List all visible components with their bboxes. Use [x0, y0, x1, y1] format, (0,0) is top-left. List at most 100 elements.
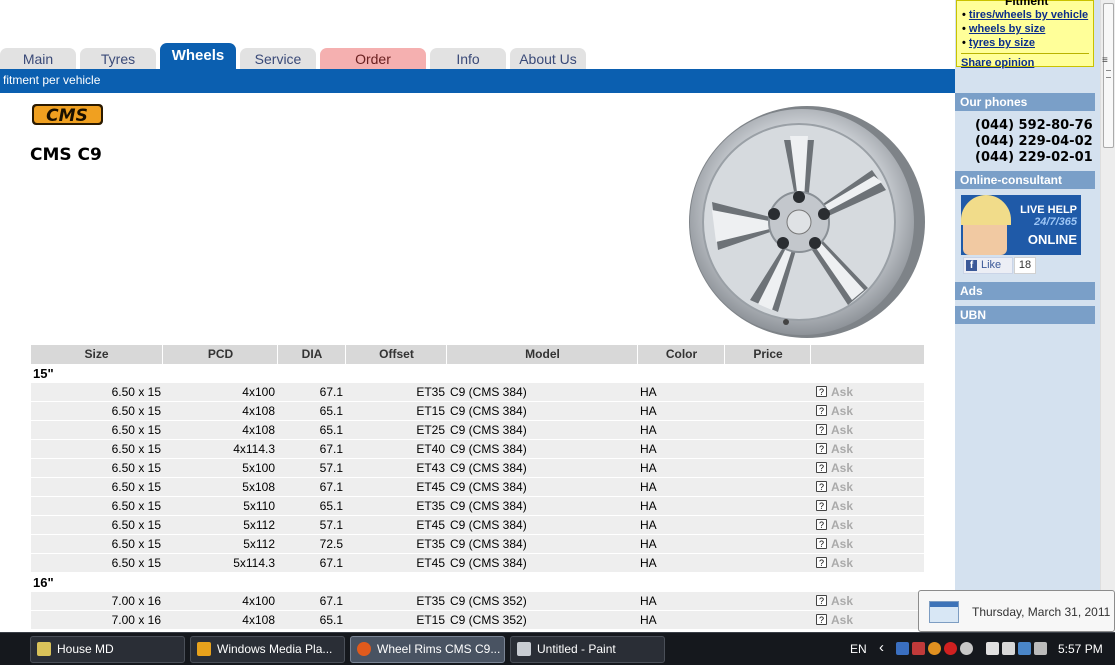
language-indicator[interactable]: EN [850, 642, 867, 656]
cell-size: 6.50 x 15 [111, 537, 161, 551]
tray-app-icon[interactable] [986, 642, 999, 655]
ask-price-button[interactable]: ? Ask [816, 440, 876, 459]
clock[interactable]: 5:57 PM [1058, 642, 1103, 656]
tyres-by-size-link[interactable]: tyres by size [969, 37, 1035, 49]
ask-price-button[interactable]: ? Ask [816, 421, 876, 440]
ask-label: Ask [831, 385, 854, 399]
question-icon: ? [816, 538, 827, 549]
subnav-bar: fitment per vehicle [0, 69, 955, 93]
taskbar-item-label: Windows Media Pla... [217, 642, 333, 656]
chevron-left-icon[interactable]: ‹ [879, 639, 884, 656]
cell-dia: 72.5 [319, 537, 343, 551]
live-help-banner[interactable]: LIVE HELP 24/7/365 ONLINE [961, 195, 1081, 255]
cell-dia: 65.1 [319, 423, 343, 437]
ask-label: Ask [831, 556, 854, 570]
tab-wheels[interactable]: Wheels [160, 43, 236, 69]
table-row: 6.50 x 15 4x108 65.1 ET25 C9 (CMS 384) HA? Ask [31, 421, 924, 440]
cms-logo-text: CMS [46, 106, 88, 126]
cell-pcd: 4x108 [242, 404, 275, 418]
cell-model: C9 (CMS 352) [450, 613, 527, 627]
ask-label: Ask [831, 499, 854, 513]
tab-order[interactable]: Order [320, 48, 426, 69]
taskbar-item-firefox[interactable]: Wheel Rims CMS C9... [350, 636, 505, 663]
share-opinion-link[interactable]: Share opinion [961, 57, 1034, 69]
main-tab-bar: Main Tyres Wheels Service Order Info Abo… [0, 40, 955, 69]
scrollbar-thumb[interactable] [1103, 3, 1114, 148]
divider [961, 53, 1089, 54]
cell-dia: 67.1 [319, 385, 343, 399]
tires-wheels-by-vehicle-link[interactable]: tires/wheels by vehicle [969, 9, 1088, 21]
cell-color: HA [640, 404, 657, 418]
ask-price-button[interactable]: ? Ask [816, 459, 876, 478]
taskbar-item-paint[interactable]: Untitled - Paint [510, 636, 665, 663]
network-icon[interactable] [1002, 642, 1015, 655]
cell-size: 6.50 x 15 [111, 461, 161, 475]
ask-price-button[interactable]: ? Ask [816, 402, 876, 421]
ask-price-button[interactable]: ? Ask [816, 383, 876, 402]
subnav-fitment-link[interactable]: fitment per vehicle [3, 73, 100, 87]
volume-icon[interactable] [1034, 642, 1047, 655]
fitment-link-item: • wheels by size [962, 23, 1046, 35]
vertical-scrollbar[interactable] [1100, 0, 1115, 632]
cell-offset: ET15 [416, 613, 445, 627]
cell-model: C9 (CMS 384) [450, 385, 527, 399]
ask-price-button[interactable]: ? Ask [816, 554, 876, 573]
wheels-by-size-link[interactable]: wheels by size [969, 23, 1045, 35]
tray-app-icon[interactable] [912, 642, 925, 655]
ask-price-button[interactable]: ? Ask [816, 497, 876, 516]
cell-pcd: 4x100 [242, 385, 275, 399]
tray-app-icon[interactable] [928, 642, 941, 655]
col-size: Size [31, 345, 163, 364]
tray-app-icon[interactable] [896, 642, 909, 655]
paint-icon [517, 642, 531, 656]
ask-price-button[interactable]: ? Ask [816, 592, 876, 611]
question-icon: ? [816, 386, 827, 397]
cell-offset: ET45 [416, 556, 445, 570]
table-row: 6.50 x 15 5x114.3 67.1 ET45 C9 (CMS 384) HA? A… [31, 554, 924, 573]
cell-model: C9 (CMS 384) [450, 461, 527, 475]
calendar-icon [929, 601, 959, 623]
windows-taskbar: House MD Windows Media Pla... Wheel Rims… [0, 632, 1115, 665]
folder-icon [37, 642, 51, 656]
tab-service[interactable]: Service [240, 48, 316, 69]
cell-size: 7.00 x 16 [111, 594, 161, 608]
tab-main[interactable]: Main [0, 48, 76, 69]
cell-size: 6.50 x 15 [111, 499, 161, 513]
tray-app-icon[interactable] [960, 642, 973, 655]
tab-info[interactable]: Info [430, 48, 506, 69]
table-row: 6.50 x 15 5x100 57.1 ET43 C9 (CMS 384) HA? Ask [31, 459, 924, 478]
online-consultant-heading: Online-consultant [955, 171, 1095, 189]
cell-color: HA [640, 613, 657, 627]
question-icon: ? [816, 424, 827, 435]
cell-dia: 65.1 [319, 613, 343, 627]
cell-offset: ET25 [416, 423, 445, 437]
cell-size: 6.50 x 15 [111, 442, 161, 456]
media-player-icon [197, 642, 211, 656]
tab-tyres[interactable]: Tyres [80, 48, 156, 69]
phones-list: (044) 592-80-76 (044) 229-04-02 (044) 22… [975, 118, 1093, 166]
cell-color: HA [640, 423, 657, 437]
ask-price-button[interactable]: ? Ask [816, 611, 876, 630]
tray-app-icon[interactable] [1018, 642, 1031, 655]
cell-size: 6.50 x 15 [111, 404, 161, 418]
question-icon: ? [816, 557, 827, 568]
table-row: 6.50 x 15 4x100 67.1 ET35 C9 (CMS 384) HA? Ask [31, 383, 924, 402]
date-text: Thursday, March 31, 2011 [972, 605, 1111, 619]
size-group-label: 15" [33, 366, 54, 381]
table-row: 6.50 x 15 4x114.3 67.1 ET40 C9 (CMS 384) HA? A… [31, 440, 924, 459]
ask-price-button[interactable]: ? Ask [816, 516, 876, 535]
ubn-heading: UBN [955, 306, 1095, 324]
taskbar-item-media-player[interactable]: Windows Media Pla... [190, 636, 345, 663]
ask-price-button[interactable]: ? Ask [816, 535, 876, 554]
live-help-text: LIVE HELP [1020, 204, 1077, 216]
ask-price-button[interactable]: ? Ask [816, 478, 876, 497]
tray-app-icon[interactable] [944, 642, 957, 655]
tab-about-us[interactable]: About Us [510, 48, 586, 69]
ask-label: Ask [831, 442, 854, 456]
table-row: 6.50 x 15 5x112 72.5 ET35 C9 (CMS 384) HA? Ask [31, 535, 924, 554]
cell-offset: ET45 [416, 518, 445, 532]
taskbar-item-house-md[interactable]: House MD [30, 636, 185, 663]
cell-color: HA [640, 556, 657, 570]
facebook-like-button[interactable]: f Like [963, 257, 1013, 274]
table-row: 6.50 x 15 5x108 67.1 ET45 C9 (CMS 384) HA? Ask [31, 478, 924, 497]
